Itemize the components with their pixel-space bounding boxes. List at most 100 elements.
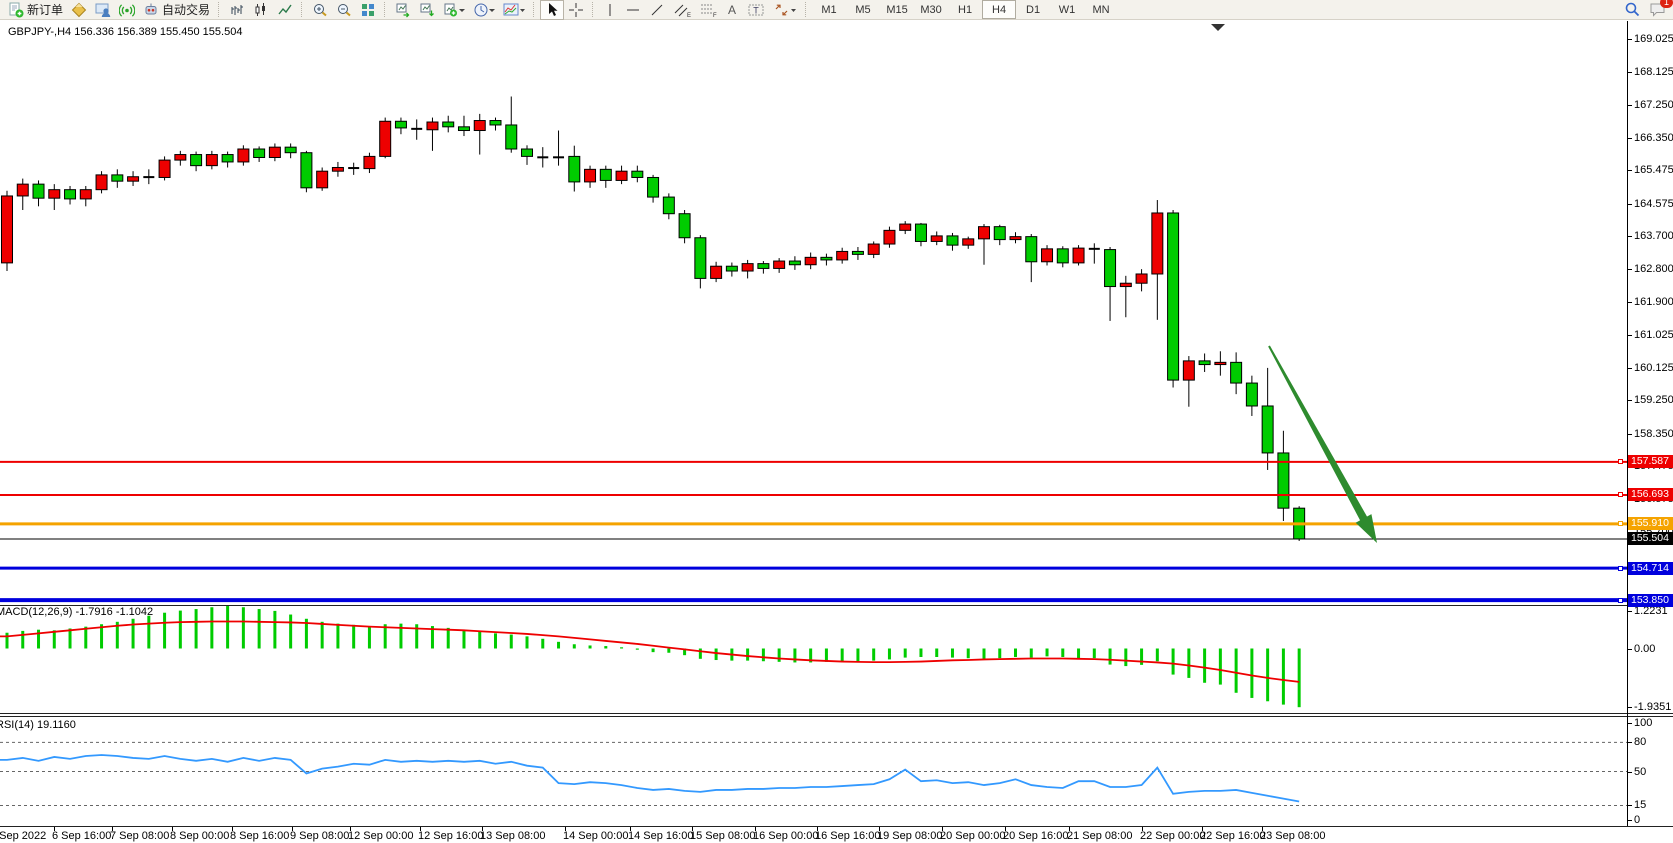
bear-candle — [726, 266, 737, 271]
periods-button[interactable] — [469, 0, 499, 20]
time-axis-label[interactable]: 22 Sep 00:00 — [1140, 830, 1205, 842]
horizontal-line-button[interactable] — [621, 0, 645, 20]
time-axis-label[interactable]: 14 Sep 00:00 — [563, 830, 628, 842]
time-axis-label[interactable]: 6 Sep 2022 — [0, 830, 46, 842]
text-label-button[interactable]: T — [743, 0, 769, 20]
chart-shift-marker-icon[interactable] — [1211, 24, 1225, 31]
zoom-out-icon — [336, 2, 352, 18]
trendline-button[interactable] — [645, 0, 669, 20]
timeframe-button-m15[interactable]: M15 — [880, 0, 914, 19]
time-axis-label[interactable]: 19 Sep 08:00 — [877, 830, 942, 842]
new-chart-button[interactable] — [439, 0, 469, 20]
zoom-in-button[interactable] — [308, 0, 332, 20]
timeframe-button-d1[interactable]: D1 — [1016, 0, 1050, 19]
time-axis-label[interactable]: 6 Sep 16:00 — [52, 830, 111, 842]
price-axis-label: 160.125 — [1634, 362, 1673, 374]
price-axis-label: 169.025 — [1634, 33, 1673, 45]
timeframe-button-m30[interactable]: M30 — [914, 0, 948, 19]
price-line-label[interactable]: 156.693 — [1628, 488, 1673, 501]
macd-axis-label: -1.9351 — [1634, 701, 1671, 713]
arrows-button[interactable] — [769, 0, 801, 20]
price-axis-tick — [1627, 170, 1632, 171]
toolbar-separator — [533, 2, 536, 17]
time-axis-label[interactable]: 8 Sep 16:00 — [230, 830, 289, 842]
tile-windows-button[interactable] — [356, 0, 380, 20]
timeframe-button-w1[interactable]: W1 — [1050, 0, 1084, 19]
chat-badge: 1 — [1660, 0, 1673, 8]
time-axis-label[interactable]: 8 Sep 00:00 — [170, 830, 229, 842]
price-axis-label: 158.350 — [1634, 428, 1673, 440]
candlestick-chart-button[interactable] — [249, 0, 273, 20]
bull-candle — [2, 196, 13, 263]
price-line-anchor — [1618, 521, 1623, 526]
time-axis-label[interactable]: 16 Sep 00:00 — [753, 830, 818, 842]
market-button[interactable] — [91, 0, 115, 20]
templates-button[interactable] — [499, 0, 529, 20]
arrange-horizontal-button[interactable] — [391, 0, 415, 20]
cursor-icon — [544, 2, 560, 18]
bear-candle — [695, 238, 706, 279]
price-axis-tick — [1627, 204, 1632, 205]
fibonacci-icon: F — [699, 2, 717, 18]
rsi-axis-label: 100 — [1634, 717, 1652, 729]
price-line-anchor — [1618, 459, 1623, 464]
chart-area[interactable]: GBPJPY-,H4 156.336 156.389 155.450 155.5… — [0, 21, 1673, 843]
bull-candle — [49, 190, 60, 199]
candlestick-chart-canvas[interactable] — [0, 21, 1673, 843]
time-axis-label[interactable]: 7 Sep 08:00 — [110, 830, 169, 842]
time-axis-label[interactable]: 20 Sep 16:00 — [1003, 830, 1068, 842]
time-axis-label[interactable]: 14 Sep 16:00 — [628, 830, 693, 842]
price-axis-label: 168.125 — [1634, 66, 1673, 78]
macd-axis-label: 1.2231 — [1634, 605, 1668, 617]
price-line-label[interactable]: 157.587 — [1628, 455, 1673, 468]
arrange-vertical-button[interactable] — [415, 0, 439, 20]
time-axis-label[interactable]: 13 Sep 08:00 — [480, 830, 545, 842]
text-button[interactable]: A — [721, 0, 743, 20]
metaeditor-button[interactable] — [67, 0, 91, 20]
price-line-label[interactable]: 155.910 — [1628, 517, 1673, 530]
autotrading-button[interactable]: 自动交易 — [139, 0, 214, 20]
bull-candle — [837, 251, 848, 260]
signals-button[interactable] — [115, 0, 139, 20]
time-axis-label[interactable]: 21 Sep 08:00 — [1067, 830, 1132, 842]
new-order-button[interactable]: 新订单 — [4, 0, 67, 20]
time-axis[interactable]: 6 Sep 2022 6 Sep 16:007 Sep 08:008 Sep 00… — [0, 827, 1673, 843]
new-order-icon — [8, 2, 24, 18]
bull-candle — [931, 236, 942, 242]
crosshair-icon — [568, 2, 584, 18]
fibonacci-button[interactable]: F — [695, 0, 721, 20]
bear-candle — [1168, 213, 1179, 380]
time-axis-label[interactable]: 23 Sep 08:00 — [1260, 830, 1325, 842]
price-line-label[interactable]: 154.714 — [1628, 562, 1673, 575]
time-axis-label[interactable]: 9 Sep 08:00 — [290, 830, 349, 842]
chat-icon[interactable]: 1 — [1649, 1, 1667, 23]
price-axis-label: 159.250 — [1634, 394, 1673, 406]
autotrading-label: 自动交易 — [162, 1, 210, 18]
channel-button[interactable]: E — [669, 0, 695, 20]
timeframe-button-h4[interactable]: H4 — [982, 0, 1016, 19]
horizontal-line-icon — [625, 2, 641, 18]
price-line-label[interactable]: 153.850 — [1628, 594, 1673, 607]
time-axis-label[interactable]: 12 Sep 16:00 — [418, 830, 483, 842]
price-line-label[interactable]: 155.504 — [1628, 532, 1673, 545]
line-chart-button[interactable] — [273, 0, 297, 20]
cursor-button[interactable] — [540, 0, 564, 20]
time-axis-label[interactable]: 16 Sep 16:00 — [815, 830, 880, 842]
time-axis-label[interactable]: 20 Sep 00:00 — [940, 830, 1005, 842]
zoom-out-button[interactable] — [332, 0, 356, 20]
search-icon[interactable] — [1624, 1, 1641, 23]
time-axis-label[interactable]: 15 Sep 08:00 — [690, 830, 755, 842]
crosshair-button[interactable] — [564, 0, 588, 20]
arrange-horizontal-icon — [395, 2, 411, 18]
time-axis-label[interactable]: 12 Sep 00:00 — [348, 830, 413, 842]
bear-candle — [1199, 361, 1210, 365]
vertical-line-button[interactable] — [599, 0, 621, 20]
timeframe-button-m1[interactable]: M1 — [812, 0, 846, 19]
bar-chart-button[interactable] — [225, 0, 249, 20]
timeframe-button-h1[interactable]: H1 — [948, 0, 982, 19]
timeframe-button-mn[interactable]: MN — [1084, 0, 1118, 19]
macd-axis-tick — [1627, 611, 1632, 612]
bear-candle — [600, 169, 611, 180]
time-axis-label[interactable]: 22 Sep 16:00 — [1200, 830, 1265, 842]
timeframe-button-m5[interactable]: M5 — [846, 0, 880, 19]
